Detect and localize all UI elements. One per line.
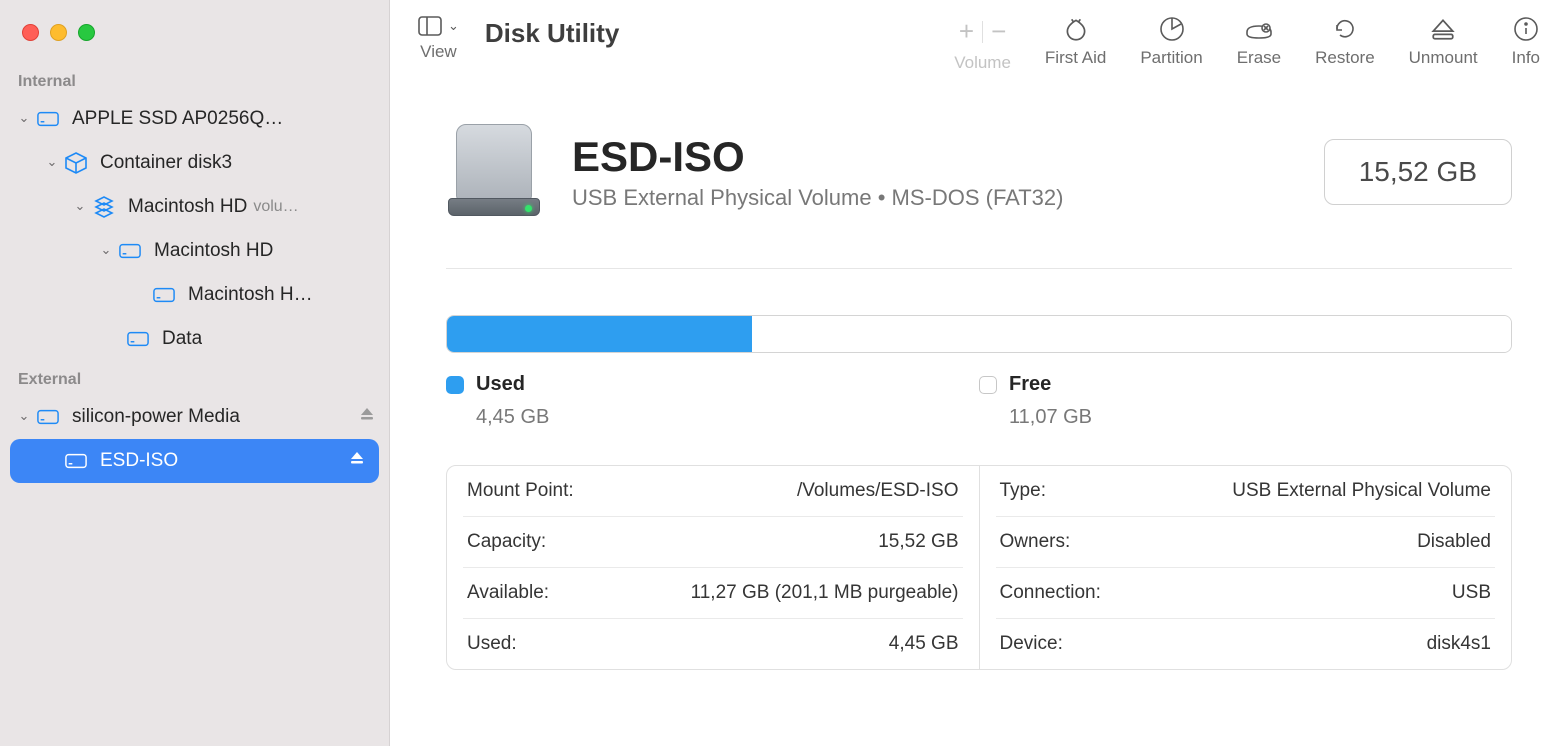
app-title: Disk Utility bbox=[485, 18, 619, 49]
restore-button[interactable]: Restore bbox=[1315, 16, 1375, 73]
chevron-down-icon: ⌄ bbox=[42, 154, 62, 170]
plus-icon: + bbox=[959, 16, 974, 47]
legend-free-value: 11,07 GB bbox=[1009, 406, 1512, 429]
usage-bar-used bbox=[447, 316, 752, 352]
sidebar-item-label: Container disk3 bbox=[100, 152, 232, 174]
minimize-button[interactable] bbox=[50, 24, 67, 41]
sidebar-item-data[interactable]: Data bbox=[0, 317, 389, 361]
external-drive-icon bbox=[446, 124, 542, 220]
window-controls bbox=[0, 18, 389, 63]
first-aid-button[interactable]: First Aid bbox=[1045, 16, 1106, 73]
sidebar-item-label: Macintosh HD bbox=[128, 196, 247, 218]
details-table: Mount Point: /Volumes/ESD-ISO Capacity: … bbox=[446, 465, 1512, 670]
sidebar-item-label: Macintosh HD bbox=[154, 240, 273, 262]
detail-device: Device: disk4s1 bbox=[996, 619, 1496, 669]
sidebar-item-sublabel: volu… bbox=[253, 198, 298, 216]
legend-swatch-used bbox=[446, 376, 464, 394]
sidebar-item-label: ESD-ISO bbox=[100, 450, 178, 472]
disk-internal-icon bbox=[34, 108, 62, 130]
eject-icon[interactable] bbox=[349, 450, 365, 472]
toolbar: ⌄ View Disk Utility + − Volume First Aid bbox=[390, 0, 1568, 82]
toolbar-view-label: View bbox=[420, 42, 457, 62]
chevron-down-icon: ⌄ bbox=[14, 110, 34, 126]
detail-used: Used: 4,45 GB bbox=[463, 619, 963, 669]
divider bbox=[982, 21, 983, 43]
usage-bar-free bbox=[752, 316, 1511, 352]
details-col-right: Type: USB External Physical Volume Owner… bbox=[980, 466, 1512, 669]
sidebar-item-mac-hd-group[interactable]: ⌄ Macintosh HD volu… bbox=[0, 185, 389, 229]
volume-group-icon bbox=[90, 196, 118, 218]
disk-volume-icon bbox=[150, 284, 178, 306]
sidebar-item-esd-iso[interactable]: ESD-ISO bbox=[10, 439, 379, 483]
sidebar-item-label: Macintosh H… bbox=[188, 284, 313, 306]
legend-free: Free 11,07 GB bbox=[979, 373, 1512, 429]
legend-swatch-free bbox=[979, 376, 997, 394]
maximize-button[interactable] bbox=[78, 24, 95, 41]
toolbar-erase-label: Erase bbox=[1237, 48, 1281, 68]
toolbar-info-label: Info bbox=[1512, 48, 1540, 68]
legend-used-value: 4,45 GB bbox=[476, 406, 979, 429]
toolbar-firstaid-label: First Aid bbox=[1045, 48, 1106, 68]
sidebar-item-mac-h-snapshot[interactable]: Macintosh H… bbox=[0, 273, 389, 317]
detail-type: Type: USB External Physical Volume bbox=[996, 466, 1496, 517]
unmount-button[interactable]: Unmount bbox=[1409, 16, 1478, 73]
erase-button[interactable]: Erase bbox=[1237, 16, 1281, 73]
minus-icon: − bbox=[991, 16, 1006, 47]
sidebar-item-label: Data bbox=[162, 328, 202, 350]
sidebar-item-label: silicon-power Media bbox=[72, 406, 240, 428]
chevron-down-icon: ⌄ bbox=[448, 18, 459, 34]
volume-subtitle: USB External Physical Volume • MS-DOS (F… bbox=[572, 185, 1063, 211]
volume-header: ESD-ISO USB External Physical Volume • M… bbox=[446, 124, 1512, 269]
detail-owners: Owners: Disabled bbox=[996, 517, 1496, 568]
toolbar-volume-label: Volume bbox=[954, 53, 1011, 73]
sidebar-section-internal: Internal bbox=[0, 63, 389, 97]
toolbar-partition-label: Partition bbox=[1140, 48, 1202, 68]
legend-free-label: Free bbox=[1009, 373, 1051, 396]
legend-used-label: Used bbox=[476, 373, 525, 396]
chevron-down-icon: ⌄ bbox=[14, 408, 34, 424]
close-button[interactable] bbox=[22, 24, 39, 41]
chevron-down-icon: ⌄ bbox=[70, 198, 90, 214]
sidebar-item-apple-ssd[interactable]: ⌄ APPLE SSD AP0256Q… bbox=[0, 97, 389, 141]
volume-add-remove-button[interactable]: + − Volume bbox=[954, 16, 1011, 73]
disk-volume-icon bbox=[62, 450, 90, 472]
container-icon bbox=[62, 152, 90, 174]
capacity-readout: 15,52 GB bbox=[1324, 139, 1512, 205]
sidebar-item-mac-hd[interactable]: ⌄ Macintosh HD bbox=[0, 229, 389, 273]
details-col-left: Mount Point: /Volumes/ESD-ISO Capacity: … bbox=[447, 466, 980, 669]
disk-volume-icon bbox=[124, 328, 152, 350]
sidebar-item-silicon-power[interactable]: ⌄ silicon-power Media bbox=[0, 395, 389, 439]
sidebar-item-container[interactable]: ⌄ Container disk3 bbox=[0, 141, 389, 185]
detail-mount-point: Mount Point: /Volumes/ESD-ISO bbox=[463, 466, 963, 517]
view-menu-button[interactable]: ⌄ View bbox=[418, 16, 459, 62]
chevron-down-icon: ⌄ bbox=[96, 242, 116, 258]
toolbar-restore-label: Restore bbox=[1315, 48, 1375, 68]
detail-connection: Connection: USB bbox=[996, 568, 1496, 619]
disk-volume-icon bbox=[116, 240, 144, 262]
info-button[interactable]: Info bbox=[1512, 16, 1540, 73]
usage-section: Used 4,45 GB Free 11,07 GB bbox=[446, 315, 1512, 429]
usage-bar bbox=[446, 315, 1512, 353]
eject-icon[interactable] bbox=[359, 406, 375, 428]
main-content: ⌄ View Disk Utility + − Volume First Aid bbox=[390, 0, 1568, 746]
sidebar: Internal ⌄ APPLE SSD AP0256Q… ⌄ Containe… bbox=[0, 0, 390, 746]
legend-used: Used 4,45 GB bbox=[446, 373, 979, 429]
toolbar-unmount-label: Unmount bbox=[1409, 48, 1478, 68]
sidebar-item-label: APPLE SSD AP0256Q… bbox=[72, 108, 283, 130]
disk-external-icon bbox=[34, 406, 62, 428]
partition-button[interactable]: Partition bbox=[1140, 16, 1202, 73]
detail-capacity: Capacity: 15,52 GB bbox=[463, 517, 963, 568]
volume-name: ESD-ISO bbox=[572, 133, 1063, 181]
detail-available: Available: 11,27 GB (201,1 MB purgeable) bbox=[463, 568, 963, 619]
sidebar-section-external: External bbox=[0, 361, 389, 395]
content-area: ESD-ISO USB External Physical Volume • M… bbox=[390, 82, 1568, 746]
